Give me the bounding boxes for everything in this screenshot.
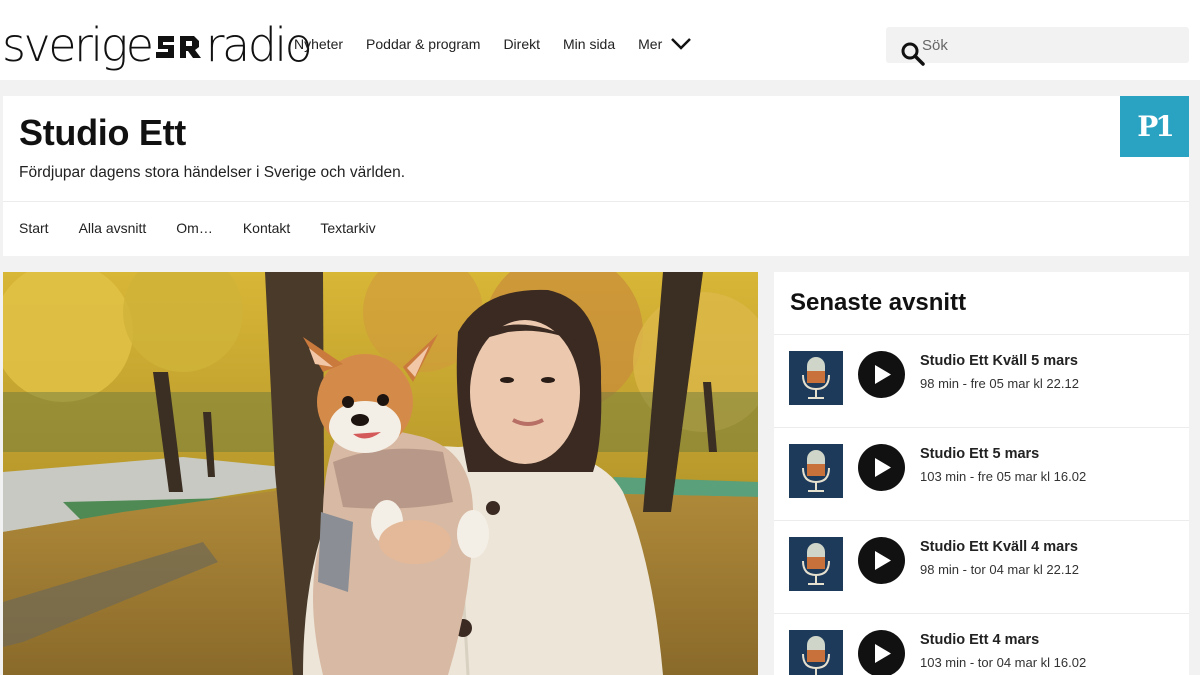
subnav-item-kontakt[interactable]: Kontakt bbox=[243, 220, 290, 236]
episode-meta: 98 min - tor 04 mar kl 22.12 bbox=[920, 562, 1079, 577]
play-icon bbox=[875, 458, 891, 477]
p1-channel-label: P1 bbox=[1137, 110, 1175, 143]
logo-mark-icon bbox=[152, 32, 206, 62]
microphone-icon bbox=[789, 537, 843, 591]
program-description: Fördjupar dagens stora händelser i Sveri… bbox=[19, 164, 406, 181]
chevron-down-icon bbox=[671, 38, 692, 50]
nav-item-mer-label: Mer bbox=[638, 36, 663, 52]
site-header: sverige radio Nyheter Poddar & program D… bbox=[0, 0, 1200, 80]
subnav-item-alla-avsnitt[interactable]: Alla avsnitt bbox=[79, 220, 147, 236]
episode-meta: 103 min - fre 05 mar kl 16.02 bbox=[920, 469, 1087, 484]
latest-episodes-title: Senaste avsnitt bbox=[790, 289, 967, 316]
play-button[interactable] bbox=[858, 351, 905, 398]
p1-channel-logo[interactable]: P1 bbox=[1120, 96, 1189, 157]
play-button[interactable] bbox=[858, 444, 905, 491]
episode-title[interactable]: Studio Ett 5 mars bbox=[920, 446, 1039, 462]
nav-item-min-sida[interactable]: Min sida bbox=[563, 36, 615, 52]
sveriges-radio-logo[interactable]: sverige radio bbox=[2, 18, 313, 74]
nav-item-poddar-program[interactable]: Poddar & program bbox=[366, 36, 480, 52]
episode-item[interactable]: Studio Ett Kväll 5 mars 98 min - fre 05 … bbox=[774, 334, 1189, 427]
subnav-item-textarkiv[interactable]: Textarkiv bbox=[320, 220, 375, 236]
episode-meta: 98 min - fre 05 mar kl 22.12 bbox=[920, 376, 1079, 391]
search-input[interactable] bbox=[922, 27, 1182, 63]
program-subnav: Start Alla avsnitt Om… Kontakt Textarkiv bbox=[19, 220, 406, 236]
nav-item-mer[interactable]: Mer bbox=[638, 36, 692, 52]
search-box bbox=[886, 27, 1189, 66]
microphone-icon bbox=[789, 630, 843, 675]
subnav-item-start[interactable]: Start bbox=[19, 220, 49, 236]
play-icon bbox=[875, 644, 891, 663]
nav-item-nyheter[interactable]: Nyheter bbox=[294, 36, 343, 52]
episode-thumbnail[interactable] bbox=[789, 630, 843, 675]
nav-item-direkt[interactable]: Direkt bbox=[503, 36, 540, 52]
episode-item[interactable]: Studio Ett 5 mars 103 min - fre 05 mar k… bbox=[774, 427, 1189, 520]
play-button[interactable] bbox=[858, 630, 905, 675]
program-title: Studio Ett bbox=[19, 112, 186, 153]
program-header: Studio Ett Fördjupar dagens stora händel… bbox=[3, 96, 1189, 256]
play-icon bbox=[875, 551, 891, 570]
hero-photo-illustration bbox=[3, 272, 758, 675]
divider bbox=[3, 201, 1189, 202]
main-nav: Nyheter Poddar & program Direkt Min sida… bbox=[294, 36, 715, 52]
logo-text-left: sverige bbox=[2, 18, 154, 72]
episode-item[interactable]: Studio Ett Kväll 4 mars 98 min - tor 04 … bbox=[774, 520, 1189, 613]
episode-title[interactable]: Studio Ett 4 mars bbox=[920, 632, 1039, 648]
episode-meta: 103 min - tor 04 mar kl 16.02 bbox=[920, 655, 1087, 670]
hero-photo[interactable] bbox=[3, 272, 758, 675]
episode-thumbnail[interactable] bbox=[789, 351, 843, 405]
microphone-icon bbox=[789, 444, 843, 498]
play-button[interactable] bbox=[858, 537, 905, 584]
latest-episodes-panel: Senaste avsnitt Studio Ett Kväll 5 mars … bbox=[774, 272, 1189, 675]
subnav-item-om[interactable]: Om… bbox=[176, 220, 213, 236]
microphone-icon bbox=[789, 351, 843, 405]
episode-thumbnail[interactable] bbox=[789, 537, 843, 591]
episode-item[interactable]: Studio Ett 4 mars 103 min - tor 04 mar k… bbox=[774, 613, 1189, 675]
episode-thumbnail[interactable] bbox=[789, 444, 843, 498]
episode-title[interactable]: Studio Ett Kväll 5 mars bbox=[920, 353, 1078, 369]
episode-title[interactable]: Studio Ett Kväll 4 mars bbox=[920, 539, 1078, 555]
play-icon bbox=[875, 365, 891, 384]
